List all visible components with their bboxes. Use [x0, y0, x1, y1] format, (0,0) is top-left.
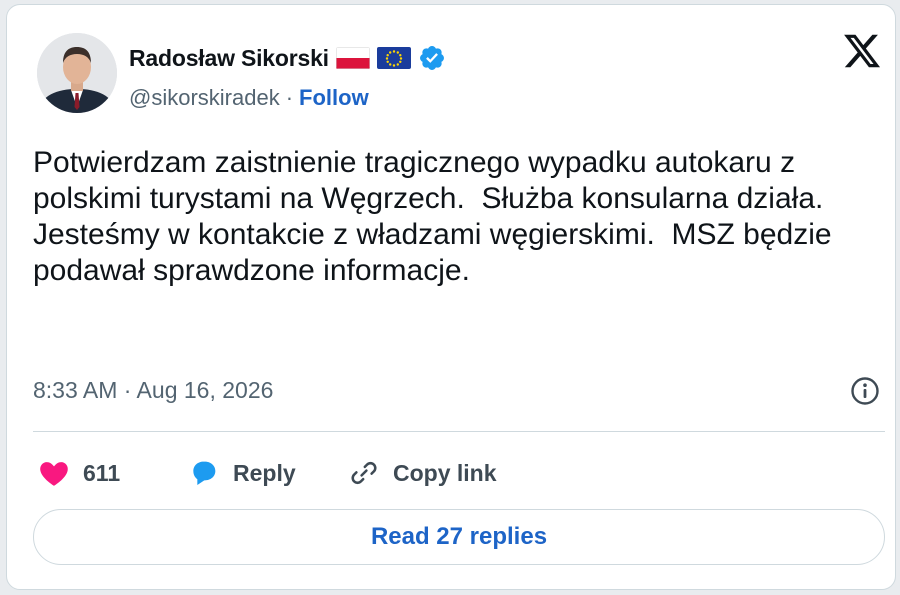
eu-flag-icon — [376, 47, 411, 69]
avatar[interactable] — [37, 33, 117, 113]
poland-flag-icon — [335, 47, 370, 69]
divider — [33, 431, 885, 432]
follow-button[interactable]: Follow — [299, 85, 369, 111]
heart-icon — [40, 462, 68, 486]
read-replies-button[interactable]: Read 27 replies — [33, 509, 885, 565]
info-icon[interactable] — [849, 375, 881, 407]
author-name[interactable]: Radosław Sikorski — [129, 45, 329, 72]
separator-dot: · — [285, 85, 294, 110]
action-bar: 611 Reply Copy link — [37, 451, 497, 495]
reply-bubble-icon — [193, 461, 216, 485]
copy-link-label: Copy link — [393, 459, 497, 486]
author-handle-row: @sikorskiradek · Follow — [129, 85, 369, 111]
author-name-row: Radosław Sikorski — [129, 41, 446, 75]
copy-link-button[interactable]: Copy link — [347, 457, 497, 489]
tweet-text: Potwierdzam zaistnienie tragicznego wypa… — [33, 146, 840, 287]
link-icon — [351, 461, 377, 485]
reply-button[interactable]: Reply — [187, 457, 347, 489]
author-handle[interactable]: @sikorskiradek — [129, 85, 280, 111]
reply-label: Reply — [233, 459, 296, 486]
like-count: 611 — [83, 459, 121, 486]
tweet-card: Radosław Sikorski @sikorskiradek · Follo… — [6, 4, 896, 590]
avatar-photo — [37, 33, 117, 113]
verified-badge-icon[interactable] — [418, 44, 446, 72]
x-logo-icon[interactable] — [841, 31, 883, 71]
like-button[interactable]: 611 — [37, 457, 187, 489]
tweet-timestamp[interactable]: 8:33 AM · Aug 16, 2026 — [33, 377, 273, 404]
